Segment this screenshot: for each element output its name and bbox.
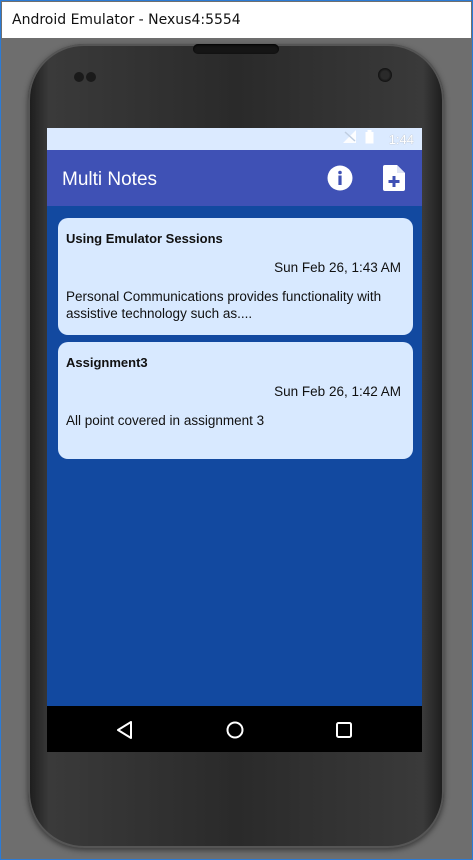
home-icon[interactable] — [223, 718, 247, 742]
phone-sensor-right — [86, 72, 96, 82]
recents-icon[interactable] — [332, 718, 356, 742]
add-note-icon[interactable] — [380, 164, 408, 192]
note-card[interactable]: Using Emulator Sessions Sun Feb 26, 1:43… — [58, 218, 413, 335]
note-date: Sun Feb 26, 1:42 AM — [274, 384, 401, 399]
note-title: Using Emulator Sessions — [66, 231, 223, 246]
phone-speaker — [193, 44, 279, 54]
note-body: Personal Communications provides functio… — [66, 289, 382, 321]
status-icons — [343, 129, 374, 149]
notes-list: Using Emulator Sessions Sun Feb 26, 1:43… — [47, 206, 422, 706]
note-title: Assignment3 — [66, 355, 148, 370]
back-icon[interactable] — [113, 718, 137, 742]
app-bar: Multi Notes — [47, 150, 422, 206]
note-body: All point covered in assignment 3 — [66, 413, 265, 428]
window-title: Android Emulator - Nexus4:5554 — [12, 12, 241, 28]
phone-camera — [378, 68, 392, 82]
info-icon[interactable] — [326, 164, 354, 192]
signal-icon — [343, 130, 357, 148]
status-bar: 1:44 — [47, 128, 422, 150]
window-titlebar[interactable]: Android Emulator - Nexus4:5554 — [2, 2, 471, 38]
device-screen: 1:44 Multi Notes Using Emulator Sessions… — [47, 128, 422, 752]
app-title: Multi Notes — [62, 169, 158, 190]
note-date: Sun Feb 26, 1:43 AM — [274, 260, 401, 275]
phone-sensor-left — [74, 72, 84, 82]
navigation-bar — [47, 706, 422, 752]
battery-icon — [365, 129, 374, 149]
status-time: 1:44 — [388, 132, 414, 147]
note-card[interactable]: Assignment3 Sun Feb 26, 1:42 AM All poin… — [58, 342, 413, 459]
